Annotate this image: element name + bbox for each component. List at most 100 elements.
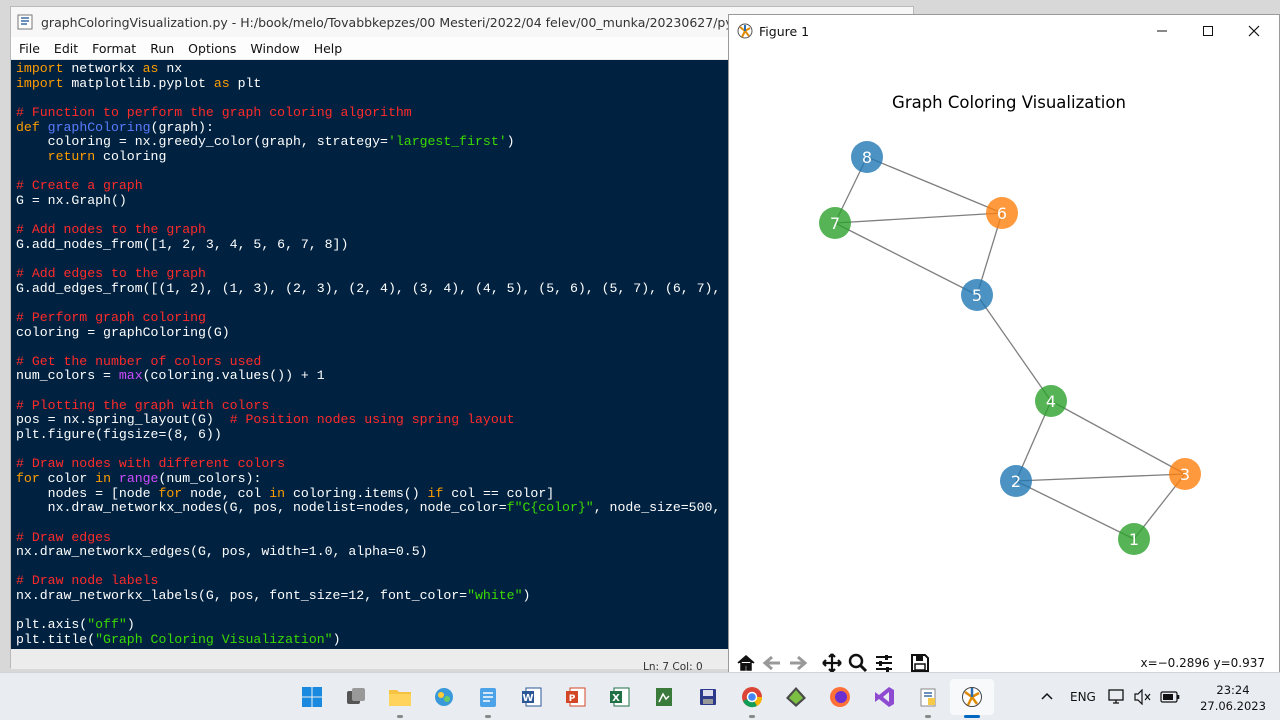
figure-window[interactable]: Figure 1 Graph Coloring Visualization 1 2… (728, 14, 1280, 678)
svg-text:W: W (522, 693, 533, 704)
code-line: coloring = nx.greedy_color(graph, strate… (16, 134, 729, 150)
taskbar-chrome[interactable] (730, 679, 774, 718)
code-line: plt.axis("off") (16, 618, 729, 633)
graph-node-label: 4 (1046, 392, 1056, 411)
code-line: # Draw nodes with different colors (16, 456, 729, 472)
code-line: # Draw edges (16, 529, 729, 546)
menu-options[interactable]: Options (188, 41, 236, 56)
figure-canvas[interactable]: Graph Coloring Visualization 1 2 3 4 5 6 7 8 (729, 47, 1279, 647)
taskbar-save-disk[interactable] (686, 679, 730, 715)
code-token: max (118, 368, 143, 384)
start-button[interactable] (290, 679, 334, 715)
code-token: color (39, 470, 96, 486)
taskbar-matplotlib-figure[interactable] (950, 679, 994, 718)
code-token: if (427, 485, 444, 501)
figure-title: Figure 1 (759, 23, 810, 39)
minimize-button[interactable] (1139, 15, 1185, 47)
graph-edge-6-7 (834, 212, 1003, 224)
taskbar-python[interactable] (906, 679, 950, 718)
code-token: # Create a graph (16, 178, 143, 194)
battery-icon[interactable] (1160, 690, 1180, 704)
publisher-icon (656, 688, 672, 706)
figure-titlebar[interactable]: Figure 1 (729, 15, 1279, 47)
graph-node-label: 7 (830, 214, 840, 233)
save-icon (911, 654, 929, 672)
code-token: nodes = [node (16, 485, 159, 501)
graph-edge-3-4 (1050, 400, 1186, 475)
taskbar-excel[interactable]: X (598, 679, 642, 715)
taskbar-word[interactable]: W (510, 679, 554, 715)
menu-window[interactable]: Window (250, 41, 299, 56)
chevron-up-icon[interactable] (1040, 690, 1054, 704)
code-line: for color in range(num_colors): (16, 470, 729, 487)
taskbar-visual-studio[interactable] (862, 679, 906, 715)
svg-text:X: X (612, 693, 620, 704)
code-token: # Add nodes to the graph (16, 222, 206, 238)
python-icon (920, 688, 936, 707)
menu-edit[interactable]: Edit (54, 41, 78, 56)
clock[interactable]: 23:24 27.06.2023 (1198, 682, 1268, 714)
taskbar-firefox[interactable] (818, 679, 862, 715)
code-token: ) (506, 134, 515, 150)
code-token: in (269, 485, 286, 501)
matplotlib-icon (737, 23, 753, 39)
taskbar-notepad[interactable] (466, 679, 510, 718)
word-icon: W (522, 687, 542, 707)
code-token: for (158, 485, 183, 501)
code-line: # Create a graph (16, 178, 729, 194)
code-token: nx (158, 61, 183, 76)
code-token: as (213, 75, 230, 91)
close-button[interactable] (1231, 15, 1277, 47)
code-token: def (16, 119, 40, 135)
taskbar-control-panel[interactable] (422, 679, 466, 715)
code-line: nx.draw_networkx_edges(G, pos, width=1.0… (16, 544, 729, 560)
code-token: plt.title( (16, 631, 96, 647)
powerpoint-icon: P (566, 687, 586, 707)
code-token: (coloring.values()) + 1 (142, 368, 325, 384)
firefox-icon (830, 687, 850, 707)
plot-title: Graph Coloring Visualization (892, 93, 1126, 112)
taskbar-publisher[interactable] (642, 679, 686, 715)
code-token: # Perform graph coloring (16, 309, 206, 325)
menu-run[interactable]: Run (150, 41, 174, 56)
graph-node-label: 5 (972, 286, 982, 305)
system-tray: ENG (1040, 673, 1180, 720)
code-token: G = nx.Graph() (16, 192, 127, 208)
code-token: (graph): (150, 119, 214, 135)
taskbar-inkscape[interactable] (774, 679, 818, 715)
code-editor[interactable]: import networkx as nx import matplotlib.p… (11, 60, 729, 649)
code-token: matplotlib.pyplot (63, 75, 214, 91)
task-view-icon (347, 688, 365, 704)
code-line: # Get the number of colors used (16, 354, 729, 370)
code-token: plt (229, 75, 262, 91)
code-token: 'largest_first' (387, 134, 507, 150)
volume-muted-icon[interactable] (1134, 689, 1152, 705)
code-token: # Draw edges (16, 529, 111, 545)
menu-format[interactable]: Format (92, 41, 136, 56)
notepad-icon (480, 688, 496, 707)
menu-file[interactable]: File (19, 41, 40, 56)
language-indicator[interactable]: ENG (1070, 690, 1096, 704)
code-line: nodes = [node for node, col in coloring.… (16, 485, 729, 502)
code-token: coloring (95, 148, 167, 164)
menu-help[interactable]: Help (314, 41, 343, 56)
code-token: as (142, 61, 159, 76)
code-token: ) (522, 588, 531, 604)
code-token: G.add_nodes_from([1, 2, 3, 4, 5, 6, 7, 8… (16, 236, 349, 252)
code-token: nx.draw_networkx_nodes(G, pos, nodelist=… (16, 500, 507, 516)
code-token: graphColoring (47, 119, 151, 135)
code-token: (num_colors): (158, 470, 262, 486)
code-token: # Draw node labels (16, 573, 159, 589)
task-view-button[interactable] (334, 679, 378, 715)
taskbar-powerpoint[interactable]: P (554, 679, 598, 715)
network-icon[interactable] (1108, 689, 1126, 705)
code-line: # Add edges to the graph (16, 266, 729, 282)
taskbar-file-explorer[interactable] (378, 679, 422, 718)
control-panel-icon (435, 688, 453, 706)
code-line: import networkx as nx (16, 61, 729, 77)
maximize-button[interactable] (1185, 15, 1231, 47)
